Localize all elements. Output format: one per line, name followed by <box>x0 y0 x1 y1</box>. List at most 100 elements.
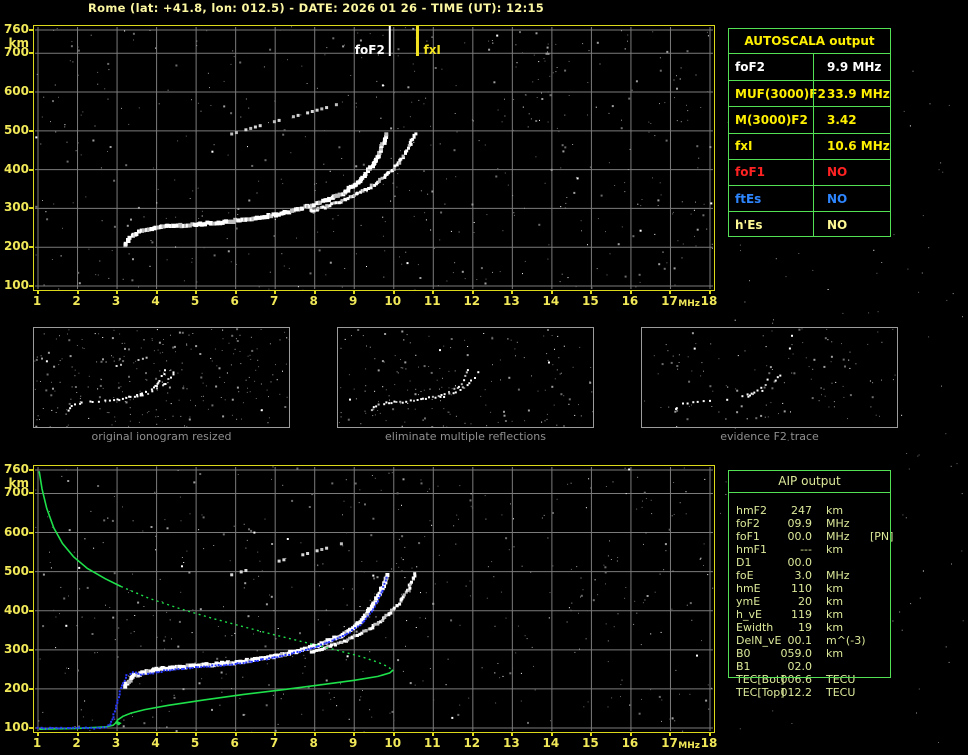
aip-table-title: AIP output <box>729 470 890 493</box>
thumb-0-canvas <box>34 328 290 428</box>
aip-unit: TECU <box>826 673 856 686</box>
thumb-traces <box>67 356 175 412</box>
y-axis-tick-label: 100 <box>3 720 29 734</box>
fof2-marker-label: foF2 <box>355 43 385 57</box>
x-axis-tickmark <box>37 733 39 736</box>
aip-row-h-ve: h_vE 119 km <box>728 608 891 621</box>
y-axis-unit-label: km <box>8 35 29 50</box>
autoscala-row-label: h'Es <box>735 217 763 232</box>
x-axis-tickmark <box>155 291 158 294</box>
x-axis-tick-label: 10 <box>384 294 402 308</box>
x-axis-tick-label: 1 <box>32 736 42 750</box>
x-axis-tick-label: 3 <box>111 736 121 750</box>
x-axis-tickmark <box>313 733 316 736</box>
x-axis-tickmark <box>669 733 672 736</box>
y-axis-tickmark <box>29 246 33 249</box>
autoscala-row-value: 33.9 MHz <box>813 81 890 107</box>
y-axis-tick-label: 500 <box>3 122 29 137</box>
autoscala-table-title: AUTOSCALA output <box>729 29 890 54</box>
aip-label: ymE <box>736 595 761 608</box>
aip-value: 059.0 <box>780 647 813 660</box>
x-axis-tickmark <box>629 291 632 294</box>
x-axis-tick-label: 15 <box>582 736 599 750</box>
x-axis-tick-label: 2 <box>72 736 81 750</box>
aip-value: 110 <box>791 582 812 595</box>
y-axis-tickmark <box>29 648 33 651</box>
x-axis-tick-label: 14 <box>542 736 560 750</box>
aip-value: 00.1 <box>787 634 813 647</box>
thumbnail-evidence-f2-trace <box>641 327 898 428</box>
x-axis-tick-label: 16 <box>621 736 639 750</box>
aip-row-tec-bot-: TEC[Bot] 006.6 TECU <box>728 673 891 686</box>
aip-label: B1 <box>736 660 751 673</box>
y-axis-tickmark <box>29 168 33 171</box>
aip-row-hmf2: hmF2 247 km <box>728 504 891 517</box>
aip-label: foF2 <box>736 517 760 530</box>
x-axis-tickmark <box>392 291 395 294</box>
x-axis-tickmark <box>353 733 356 736</box>
thumbnail-eliminate-multiple-reflections <box>337 327 594 428</box>
x-axis-tickmark <box>709 291 711 294</box>
x-axis-tickmark <box>511 291 514 294</box>
thumbnail-caption-original: original ionogram resized <box>91 430 232 443</box>
aip-label: h_vE <box>736 608 762 621</box>
x-axis-tick-label: 4 <box>151 294 160 308</box>
thumbnail-original-ionogram <box>33 327 290 428</box>
x-axis-tick-label: 12 <box>463 294 481 308</box>
aip-value: 006.6 <box>780 673 813 686</box>
y-axis-tick-label: 100 <box>3 278 29 292</box>
x-axis-tickmark <box>550 291 553 294</box>
ionogram-plot-top: foF2 fxI <box>33 25 715 292</box>
autoscala-row-label: MUF(3000)F2 <box>735 86 826 101</box>
y-axis-tickmark <box>29 687 33 690</box>
aip-label: hmF2 <box>736 504 768 517</box>
y-axis-tick-label: 600 <box>3 84 29 99</box>
y-axis-tickmark <box>29 727 33 729</box>
plot-bottom-canvas <box>35 466 714 734</box>
aip-table-rows: hmF2 247 km foF2 09.9 MHz foF1 00.0 MHz [PN] hmF1 -… <box>728 504 893 699</box>
x-axis-tick-label: 8 <box>309 736 318 750</box>
x-axis-tick-label: 2 <box>72 294 81 308</box>
aip-row-hmf1: hmF1 --- km <box>728 543 891 556</box>
x-axis-tickmark <box>669 291 672 294</box>
x-axis-tick-label: 13 <box>502 294 520 308</box>
autoscala-table-rows: foF2 9.9 MHz MUF(3000)F2 33.9 MHz M(3000)F2 3… <box>729 54 890 238</box>
x-axis-tickmark <box>550 733 553 736</box>
aip-unit: km <box>826 582 844 595</box>
x-axis-tickmark <box>195 733 198 736</box>
autoscala-row-value: NO <box>813 185 890 212</box>
autoscala-row-label: fxI <box>735 139 753 154</box>
aip-row-foe: foE 3.0 MHz <box>728 569 891 582</box>
x-axis-tickmark <box>471 291 474 294</box>
x-axis-tickmark <box>392 733 395 736</box>
aip-row-ewidth: Ewidth 19 km <box>728 621 891 634</box>
x-axis-tick-label: 12 <box>463 736 481 750</box>
x-axis-tick-label: 9 <box>349 736 358 750</box>
x-axis-tick-label: 9 <box>349 294 358 308</box>
aip-label: hmE <box>736 582 761 595</box>
x-axis-tickmark <box>471 733 474 736</box>
autoscala-row-fxi: fxI 10.6 MHz <box>729 132 890 159</box>
x-axis-tick-label: 16 <box>621 294 639 308</box>
x-axis-tickmark <box>511 733 514 736</box>
x-axis-tickmark <box>116 733 119 736</box>
aip-row-d1: D1 00.0 <box>728 556 891 569</box>
y-axis-tick-label: 300 <box>3 200 29 215</box>
x-axis-tick-label: 5 <box>190 294 200 308</box>
aip-label: B0 <box>736 647 751 660</box>
autoscala-row-h-es: h'Es NO <box>729 211 890 238</box>
aip-label: hmF1 <box>736 543 768 556</box>
x-axis-tickmark <box>353 291 356 294</box>
aip-row-b0: B0 059.0 km <box>728 647 891 660</box>
aip-unit: km <box>826 595 844 608</box>
y-axis-tickmark <box>29 609 33 612</box>
x-axis-unit-label: MHz <box>678 741 700 751</box>
aip-value: 012.2 <box>780 686 813 699</box>
autoscala-output-table: AUTOSCALA output foF2 9.9 MHz MUF(3000)F2 3… <box>728 28 891 238</box>
aip-unit: km <box>826 543 844 556</box>
y-axis-tick-label: 760 <box>3 22 29 36</box>
x-axis-tickmark <box>432 733 435 736</box>
x-axis-tick-label: 8 <box>309 294 318 308</box>
autoscala-row-value: 3.42 <box>813 107 890 133</box>
aip-value: 09.9 <box>787 517 813 530</box>
